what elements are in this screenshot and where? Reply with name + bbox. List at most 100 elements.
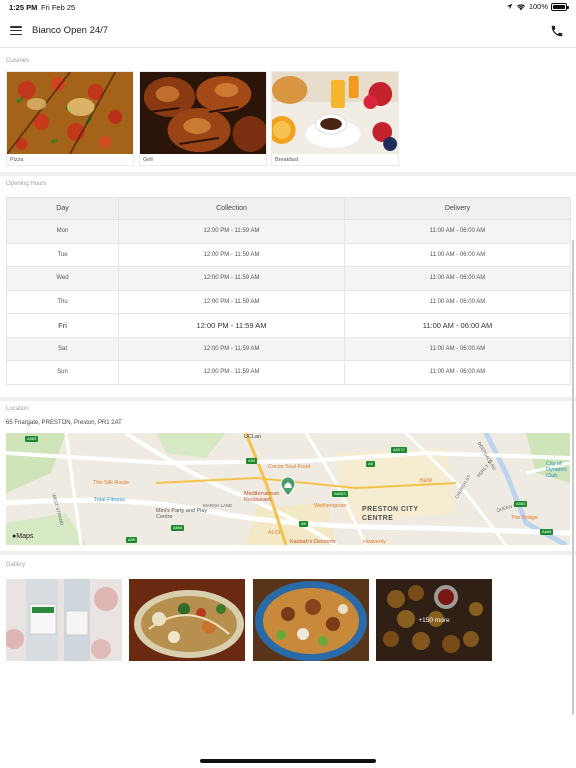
- map-place-label: Total Fitness: [94, 497, 125, 503]
- road-number-badge: A6: [366, 461, 375, 467]
- status-icons: 100%: [506, 2, 569, 11]
- road-number-badge: A666: [171, 525, 185, 531]
- status-bar: 1:25 PM Fri Feb 25 100%: [0, 0, 576, 14]
- cuisines-label: Cuisines: [6, 58, 30, 64]
- collection-cell: 12:00 PM - 11:59 AM: [118, 336, 345, 361]
- collection-cell: 12:00 PM - 11:59 AM: [118, 242, 345, 267]
- gallery-photo-platter: [129, 579, 245, 661]
- collection-cell: 12:00 PM - 11:59 AM: [118, 360, 345, 385]
- map-place-label: Cocos Soul Food: [268, 464, 311, 470]
- cuisine-label: Pizza: [10, 157, 24, 163]
- map-place-label: Wetherspoon: [314, 503, 347, 509]
- battery-percent: 100%: [528, 2, 548, 11]
- map-place-label: Mini's Party and Play Centre: [156, 508, 208, 520]
- opening-hours-label: Opening Hours: [6, 181, 47, 187]
- delivery-cell: 11:00 AM - 06:00 AM: [344, 242, 571, 267]
- maps-attribution-text: Maps: [16, 533, 34, 540]
- table-row: Wed 12:00 PM - 11:59 AM 11:00 AM - 06:00…: [6, 266, 571, 291]
- gallery-photo[interactable]: [253, 579, 369, 661]
- delivery-cell: 11:00 AM - 06:00 AM: [344, 219, 571, 244]
- delivery-cell: 11:00 AM - 06:00 AM: [344, 266, 571, 291]
- map-place-label: ALDI: [268, 530, 281, 536]
- cuisine-card-grill[interactable]: Grill: [139, 71, 268, 166]
- collection-cell: 12:00 PM - 11:59 AM: [118, 266, 345, 291]
- day-cell: Wed: [6, 266, 119, 291]
- wifi-icon: [516, 3, 525, 10]
- map-place-label: The Silk Route: [93, 480, 130, 486]
- map-place-label: UCLan: [244, 434, 262, 440]
- delivery-cell: 11:00 AM - 06:00 AM: [344, 313, 571, 338]
- table-row: Thu 12:00 PM - 11:59 AM 11:00 AM - 06:00…: [6, 289, 571, 314]
- road-number-badge: A6: [299, 521, 308, 527]
- road-number-badge: A5072: [391, 447, 407, 453]
- table-row: Mon 12:00 PM - 11:59 AM 11:00 AM - 06:00…: [6, 219, 571, 244]
- map-place-label: The Bridge: [511, 515, 538, 521]
- collection-cell: 12:00 PM - 11:59 AM: [118, 313, 345, 338]
- section-divider: [0, 397, 576, 401]
- day-cell: Sat: [6, 336, 119, 361]
- table-row: Sun 12:00 PM - 11:59 AM 11:00 AM - 06:00…: [6, 360, 571, 385]
- location-arrow-icon: [506, 3, 513, 10]
- road-number-badge: A583: [25, 436, 39, 442]
- delivery-cell: 11:00 AM - 06:00 AM: [344, 360, 571, 385]
- map-place-label: B&M: [420, 478, 432, 484]
- location-map[interactable]: UCLan The Silk Route Total Fitness Mini'…: [6, 433, 570, 545]
- map-street-label: MARSH LANE: [203, 503, 233, 508]
- collection-cell: 12:00 PM - 11:59 AM: [118, 219, 345, 244]
- gallery-photo-more[interactable]: +150 more: [376, 579, 492, 661]
- table-row-today: Fri 12:00 PM - 11:59 AM 11:00 AM - 06:00…: [6, 313, 571, 338]
- scroll-indicator[interactable]: [572, 240, 574, 715]
- gallery-photo[interactable]: [129, 579, 245, 661]
- column-header-collection: Collection: [118, 197, 345, 220]
- road-number-badge: A666: [540, 529, 554, 535]
- road-number-badge: A583: [514, 501, 528, 507]
- status-time: 1:25 PM: [9, 3, 38, 12]
- day-cell: Fri: [6, 313, 119, 338]
- delivery-cell: 11:00 AM - 06:00 AM: [344, 336, 571, 361]
- status-date: Fri Feb 25: [41, 3, 76, 12]
- section-divider: [0, 551, 576, 555]
- delivery-cell: 11:00 AM - 06:00 AM: [344, 289, 571, 314]
- section-divider: [0, 172, 576, 176]
- day-cell: Mon: [6, 219, 119, 244]
- road-number-badge: A6063: [332, 491, 348, 497]
- column-header-delivery: Delivery: [344, 197, 571, 220]
- map-place-label: City of Dynamic Club: [546, 461, 568, 479]
- location-pin-icon: [280, 477, 296, 497]
- cuisine-card-pizza[interactable]: Pizza: [6, 71, 134, 166]
- day-cell: Tue: [6, 242, 119, 267]
- gallery-more-overlay[interactable]: +150 more: [376, 579, 492, 661]
- table-header-row: Day Collection Delivery: [6, 197, 571, 220]
- breakfast-image: [268, 72, 398, 154]
- map-place-label: Heavenly: [363, 539, 386, 545]
- cuisine-card-breakfast[interactable]: Breakfast: [268, 71, 399, 166]
- gallery-photo[interactable]: [6, 579, 122, 661]
- road-number-badge: A59: [246, 458, 258, 464]
- maps-attribution: ●Maps: [12, 533, 33, 540]
- gallery-photo-bottles: [6, 579, 122, 661]
- cuisine-label: Breakfast: [275, 157, 299, 163]
- pizza-image: [6, 71, 133, 155]
- table-row: Tue 12:00 PM - 11:59 AM 11:00 AM - 06:00…: [6, 242, 571, 267]
- location-label: Location: [6, 406, 29, 412]
- collection-cell: 12:00 PM - 11:59 AM: [118, 289, 345, 314]
- grill-image: [140, 72, 268, 154]
- cuisine-label: Grill: [143, 157, 153, 163]
- phone-icon[interactable]: [550, 24, 564, 38]
- map-district-label: PRESTON CITY CENTRE: [362, 506, 419, 522]
- map-place-label: Kasbah's Desserts: [290, 539, 336, 545]
- gallery-photo-dish: [253, 579, 369, 661]
- gallery-label: Gallery: [6, 562, 26, 568]
- opening-hours-table: Day Collection Delivery Mon 12:00 PM - 1…: [6, 197, 571, 385]
- column-header-day: Day: [6, 197, 119, 220]
- road-number-badge: A59: [126, 537, 138, 543]
- address-text: 65 Friargate, PRESTON, Preston, PR1 2AT: [6, 420, 122, 426]
- battery-icon: [551, 2, 569, 11]
- page-title: Bianco Open 24/7: [32, 25, 109, 36]
- day-cell: Thu: [6, 289, 119, 314]
- day-cell: Sun: [6, 360, 119, 385]
- table-row: Sat 12:00 PM - 11:59 AM 11:00 AM - 06:00…: [6, 336, 571, 361]
- navigation-bar: Bianco Open 24/7: [0, 14, 576, 48]
- home-indicator[interactable]: [200, 759, 376, 763]
- hamburger-menu-icon[interactable]: [10, 26, 22, 36]
